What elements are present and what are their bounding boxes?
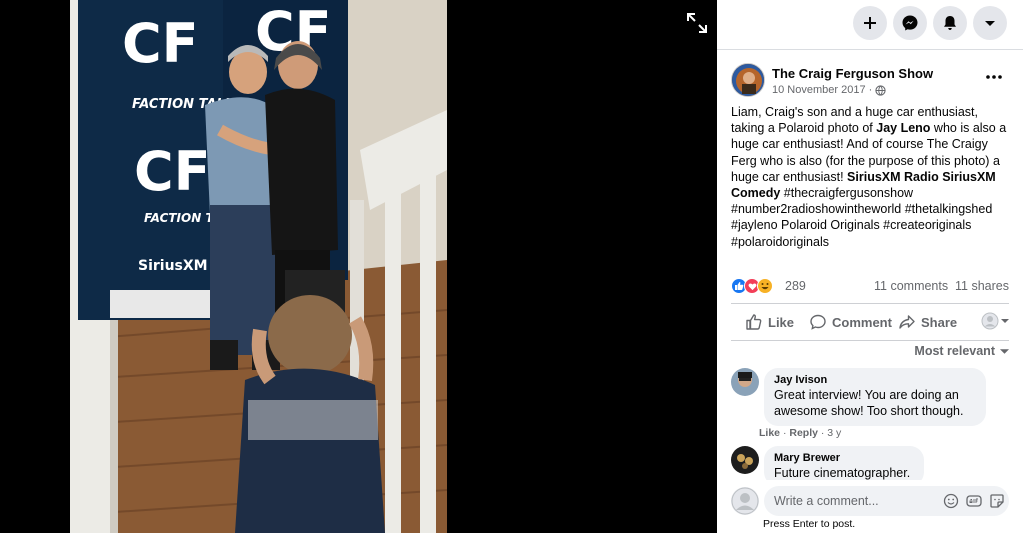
notifications-button[interactable] bbox=[933, 6, 967, 40]
post-date: 10 November 2017 · bbox=[772, 84, 886, 96]
expand-icon[interactable] bbox=[686, 12, 708, 34]
commenter-name[interactable]: Jay Ivison bbox=[774, 373, 976, 387]
post-text-mention[interactable]: SiriusXM Radio bbox=[847, 170, 939, 184]
enter-to-post-hint: Press Enter to post. bbox=[763, 518, 856, 530]
thumbs-up-icon bbox=[746, 314, 762, 330]
comment-text: Great interview! You are doing an awesom… bbox=[774, 388, 964, 419]
messenger-button[interactable] bbox=[893, 6, 927, 40]
page-name[interactable]: The Craig Ferguson Show bbox=[772, 66, 933, 81]
composer-tools bbox=[943, 493, 1005, 509]
photo-viewer: CF CF FACTION TALK CF FACTION TALK Siriu… bbox=[0, 0, 717, 533]
profile-avatar-icon bbox=[981, 312, 999, 330]
page-avatar[interactable] bbox=[731, 63, 765, 97]
emoji-icon[interactable] bbox=[943, 493, 959, 509]
comment-bubble: Jay Ivison Great interview! You are doin… bbox=[764, 368, 986, 427]
comment-button[interactable]: Comment bbox=[809, 308, 892, 336]
comment-item: Mary Brewer Future cinematographer. bbox=[731, 446, 1011, 480]
reactions-summary: 289 11 comments 11 shares bbox=[731, 278, 1009, 296]
reaction-count[interactable]: 289 bbox=[785, 279, 806, 293]
post-text-mention[interactable]: Jay Leno bbox=[876, 121, 930, 135]
sort-label: Most relevant bbox=[914, 344, 995, 358]
caret-down-icon bbox=[1001, 319, 1009, 323]
post-photo[interactable]: CF CF FACTION TALK CF FACTION TALK Siriu… bbox=[70, 0, 447, 533]
comment-composer bbox=[731, 486, 1011, 516]
sticker-icon[interactable] bbox=[989, 493, 1005, 509]
date-separator: · bbox=[868, 84, 873, 96]
divider bbox=[731, 303, 1009, 304]
post-actions: Like Comment Share bbox=[731, 308, 1009, 336]
commenter-avatar[interactable] bbox=[731, 446, 759, 474]
post-as-selector[interactable] bbox=[981, 312, 1009, 330]
comment-label: Comment bbox=[832, 314, 892, 330]
comment-reply-link[interactable]: Reply bbox=[789, 427, 818, 439]
comment-icon bbox=[810, 314, 826, 330]
globe-icon bbox=[875, 84, 886, 96]
share-button[interactable]: Share bbox=[898, 308, 957, 336]
comment-bubble: Mary Brewer Future cinematographer. bbox=[764, 446, 924, 480]
plus-icon bbox=[864, 17, 876, 29]
create-button[interactable] bbox=[853, 6, 887, 40]
comment-sort-dropdown[interactable]: Most relevant bbox=[914, 344, 1009, 358]
commenter-avatar[interactable] bbox=[731, 368, 759, 396]
comment-like-link[interactable]: Like bbox=[759, 427, 780, 439]
post-text: Liam, Craig's son and a huge car enthusi… bbox=[731, 104, 1013, 250]
post-date-text[interactable]: 10 November 2017 bbox=[772, 84, 866, 96]
like-label: Like bbox=[768, 314, 795, 330]
haha-reaction-icon bbox=[757, 278, 773, 294]
banner-logo-top: CF bbox=[122, 12, 199, 75]
banner-logo-mid: CF bbox=[134, 140, 211, 203]
messenger-icon bbox=[902, 15, 918, 31]
divider bbox=[731, 340, 1009, 341]
more-options-icon[interactable] bbox=[983, 69, 1005, 85]
bell-icon bbox=[944, 16, 956, 30]
meta-separator: · bbox=[782, 427, 787, 439]
my-avatar bbox=[731, 487, 759, 515]
reaction-icons[interactable] bbox=[731, 278, 773, 294]
comment-meta: Like · Reply · 3 y bbox=[759, 427, 841, 439]
post-header: The Craig Ferguson Show 10 November 2017… bbox=[731, 63, 1011, 99]
caret-down-icon bbox=[1000, 348, 1009, 354]
account-menu-button[interactable] bbox=[973, 6, 1007, 40]
photo-viewer-page: CF CF FACTION TALK CF FACTION TALK Siriu… bbox=[0, 0, 1023, 533]
banner-sponsor: SiriusXM bbox=[138, 258, 208, 274]
share-icon bbox=[899, 315, 915, 329]
post-side-panel: The Craig Ferguson Show 10 November 2017… bbox=[717, 0, 1023, 533]
shares-count[interactable]: 11 shares bbox=[955, 279, 1009, 293]
meta-separator: · bbox=[820, 427, 825, 439]
like-button[interactable]: Like bbox=[745, 308, 794, 336]
share-label: Share bbox=[921, 314, 958, 330]
comment-text: Future cinematographer. bbox=[774, 466, 911, 480]
commenter-name[interactable]: Mary Brewer bbox=[774, 451, 914, 465]
comments-count[interactable]: 11 comments bbox=[874, 279, 948, 293]
comment-age[interactable]: 3 y bbox=[827, 427, 841, 439]
gif-icon[interactable] bbox=[966, 493, 982, 509]
top-bar bbox=[717, 0, 1023, 50]
caret-down-icon bbox=[985, 21, 995, 26]
